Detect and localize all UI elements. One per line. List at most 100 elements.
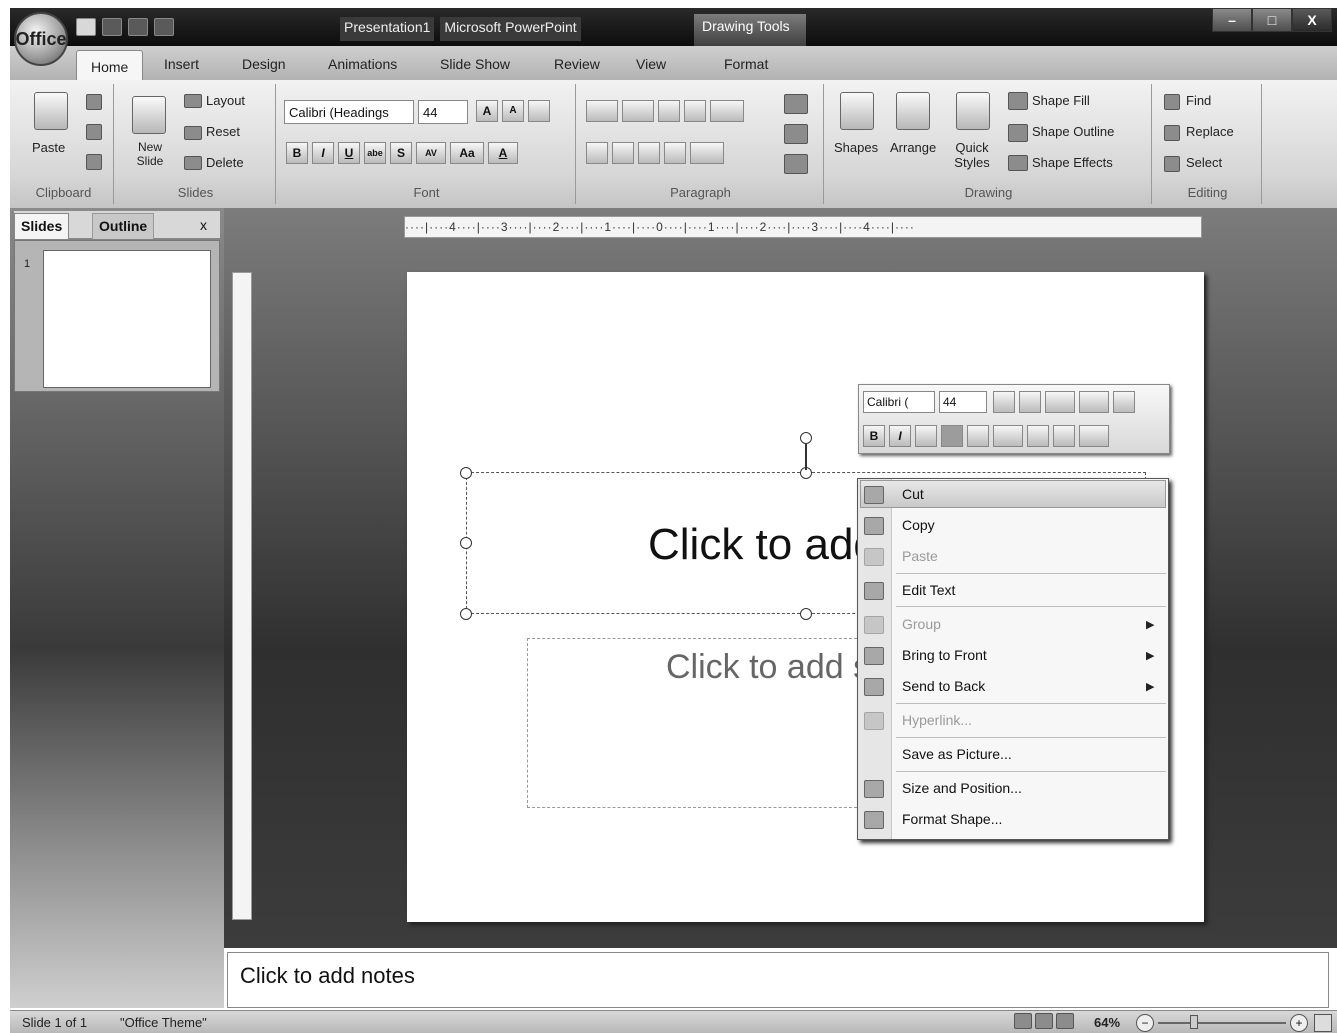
decrease-indent-icon[interactable] [658, 100, 680, 122]
select-icon[interactable] [1164, 156, 1180, 172]
maximize-button[interactable]: □ [1252, 8, 1292, 32]
reset-icon[interactable] [184, 126, 202, 140]
resize-handle[interactable] [460, 467, 472, 479]
mini-increase-indent-icon[interactable] [1053, 425, 1075, 447]
tab-animations[interactable]: Animations [320, 54, 405, 74]
tab-design[interactable]: Design [234, 54, 294, 74]
shrink-font-button[interactable]: A [502, 100, 524, 122]
mini-format-painter-icon[interactable] [1113, 391, 1135, 413]
menu-item-format-shape[interactable]: Format Shape... [902, 811, 1002, 827]
shape-effects-button[interactable]: Shape Effects [1032, 155, 1113, 170]
shape-effects-icon[interactable] [1008, 155, 1028, 171]
shape-outline-icon[interactable] [1008, 124, 1028, 142]
mini-font-select[interactable]: Calibri ( [863, 391, 935, 413]
text-direction-icon[interactable] [784, 94, 808, 114]
pane-close-button[interactable]: x [194, 213, 213, 239]
mini-decrease-indent-icon[interactable] [1027, 425, 1049, 447]
new-slide-label[interactable]: New Slide [126, 140, 174, 168]
save-icon[interactable] [76, 18, 96, 36]
align-center-icon[interactable] [612, 142, 634, 164]
clear-formatting-icon[interactable] [528, 100, 550, 122]
layout-icon[interactable] [184, 94, 202, 108]
undo-icon[interactable] [102, 18, 122, 36]
smartart-icon[interactable] [784, 154, 808, 174]
resize-handle[interactable] [460, 608, 472, 620]
shapes-button[interactable]: Shapes [834, 140, 878, 155]
quick-styles-icon[interactable] [956, 92, 990, 130]
arrange-icon[interactable] [896, 92, 930, 130]
resize-handle[interactable] [800, 608, 812, 620]
shape-fill-icon[interactable] [1008, 92, 1028, 110]
menu-item-size-and-position[interactable]: Size and Position... [902, 780, 1022, 796]
mini-bullets-icon[interactable] [1079, 425, 1109, 447]
menu-item-cut[interactable]: Cut [902, 486, 924, 502]
justify-icon[interactable] [664, 142, 686, 164]
slide-thumbnail[interactable] [43, 250, 211, 388]
tab-slides[interactable]: Slides [14, 213, 70, 239]
tab-format[interactable]: Format [716, 54, 776, 74]
redo-icon[interactable] [128, 18, 148, 36]
replace-button[interactable]: Replace [1186, 124, 1234, 139]
quick-styles-button[interactable]: Quick Styles [948, 140, 996, 170]
office-button[interactable]: Office [14, 12, 68, 66]
align-text-icon[interactable] [784, 124, 808, 144]
change-case-button[interactable]: Aa [450, 142, 484, 164]
menu-item-send-to-back[interactable]: Send to Back [902, 678, 985, 694]
delete-icon[interactable] [184, 156, 202, 170]
tab-slide-show[interactable]: Slide Show [432, 54, 518, 74]
shapes-icon[interactable] [840, 92, 874, 130]
mini-bold-button[interactable]: B [863, 425, 885, 447]
paste-icon[interactable] [34, 92, 68, 130]
fit-to-window-icon[interactable] [1314, 1014, 1332, 1032]
new-slide-icon[interactable] [132, 96, 166, 134]
menu-item-copy[interactable]: Copy [902, 517, 935, 533]
menu-item-edit-text[interactable]: Edit Text [902, 582, 955, 598]
italic-button[interactable]: I [312, 142, 334, 164]
mini-outline-color-icon[interactable] [1079, 391, 1109, 413]
normal-view-icon[interactable] [1014, 1013, 1032, 1029]
zoom-level[interactable]: 64% [1094, 1015, 1120, 1030]
cut-icon[interactable] [86, 94, 102, 110]
font-color-button[interactable]: A [488, 142, 518, 164]
font-name-select[interactable]: Calibri (Headings [284, 100, 414, 124]
align-right-icon[interactable] [638, 142, 660, 164]
tab-view[interactable]: View [628, 54, 674, 74]
mini-fill-color-icon[interactable] [1045, 391, 1075, 413]
submenu-arrow-icon[interactable]: ▶ [1146, 649, 1154, 662]
replace-icon[interactable] [1164, 125, 1180, 141]
character-spacing-button[interactable]: AV [416, 142, 446, 164]
menu-item-save-as-picture[interactable]: Save as Picture... [902, 746, 1012, 762]
mini-align-right-icon[interactable] [967, 425, 989, 447]
bullets-icon[interactable] [586, 100, 618, 122]
menu-item-bring-to-front[interactable]: Bring to Front [902, 647, 987, 663]
align-left-icon[interactable] [586, 142, 608, 164]
zoom-out-icon[interactable]: − [1136, 1014, 1154, 1032]
bold-button[interactable]: B [286, 142, 308, 164]
tab-outline[interactable]: Outline [92, 213, 155, 239]
zoom-slider[interactable] [1158, 1022, 1286, 1024]
layout-button[interactable]: Layout [206, 93, 245, 108]
format-painter-icon[interactable] [86, 154, 102, 170]
tab-home[interactable]: Home [76, 50, 144, 80]
reset-button[interactable]: Reset [206, 124, 240, 139]
customize-qat-icon[interactable] [154, 18, 174, 36]
rotation-handle[interactable] [800, 432, 812, 444]
shape-fill-button[interactable]: Shape Fill [1032, 93, 1090, 108]
columns-icon[interactable] [690, 142, 724, 164]
text-shadow-button[interactable]: S [390, 142, 412, 164]
slide-sorter-view-icon[interactable] [1035, 1013, 1053, 1029]
mini-align-left-icon[interactable] [915, 425, 937, 447]
paste-label[interactable]: Paste [32, 140, 65, 155]
zoom-slider-thumb[interactable] [1190, 1015, 1198, 1029]
increase-indent-icon[interactable] [684, 100, 706, 122]
minimize-button[interactable]: – [1212, 8, 1252, 32]
resize-handle[interactable] [460, 537, 472, 549]
tab-insert[interactable]: Insert [156, 54, 207, 74]
submenu-arrow-icon[interactable]: ▶ [1146, 680, 1154, 693]
arrange-button[interactable]: Arrange [890, 140, 936, 155]
mini-align-center-icon[interactable] [941, 425, 963, 447]
mini-grow-font-icon[interactable] [993, 391, 1015, 413]
strikethrough-button[interactable]: abe [364, 142, 386, 164]
delete-button[interactable]: Delete [206, 155, 244, 170]
find-icon[interactable] [1164, 94, 1180, 110]
